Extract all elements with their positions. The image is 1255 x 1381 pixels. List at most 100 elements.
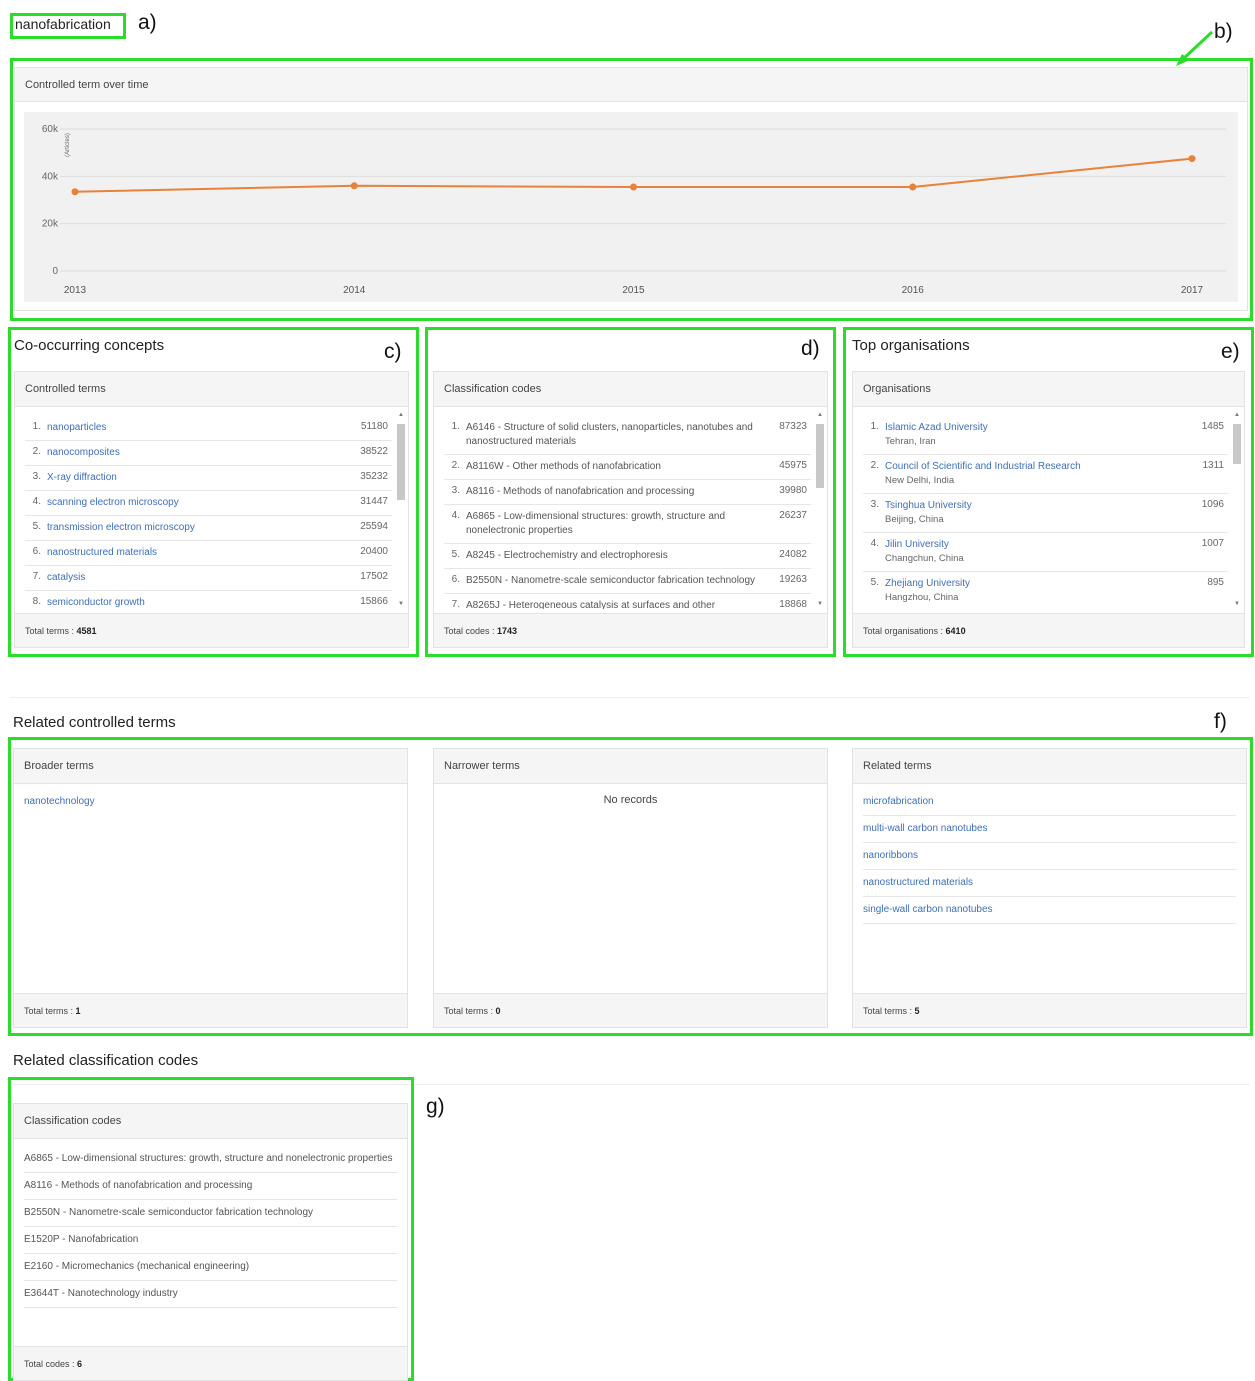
- item-location: New Delhi, India: [885, 475, 955, 486]
- label-g: g): [426, 1095, 445, 1118]
- list-item[interactable]: nanostructured materials: [863, 870, 1236, 897]
- item-label[interactable]: nanoparticles: [47, 422, 106, 433]
- list-item[interactable]: single-wall carbon nanotubes: [863, 897, 1236, 924]
- orgs-panel: Organisations 1. Islamic Azad University T…: [852, 371, 1245, 648]
- item-label: A6146 - Structure of solid clusters, nan…: [466, 422, 753, 447]
- item-text: Jilin University Changchun, China: [885, 538, 1180, 566]
- list-item: 1. A6146 - Structure of solid clusters, n…: [444, 416, 811, 455]
- related-codes-section-title: Related classification codes: [13, 1052, 199, 1069]
- list-item: 7. A8265J - Heterogeneous catalysis at su…: [444, 594, 811, 609]
- item-label[interactable]: nanocomposites: [47, 447, 120, 458]
- item-number: 5.: [32, 521, 41, 532]
- timeline-chart: 0 20k 40k 60k (Articles) 2013 2014 2015 2016 2017: [24, 112, 1238, 302]
- narrower-panel: Narrower terms No records Total terms : …: [433, 748, 828, 1028]
- orgs-section-title: Top organisations: [852, 337, 970, 354]
- data-point[interactable]: [71, 188, 79, 196]
- item-label[interactable]: semiconductor growth: [47, 597, 145, 608]
- timeline-panel-title: Controlled term over time: [15, 68, 1247, 102]
- scroll-up-icon[interactable]: ▲: [397, 412, 405, 418]
- list-item: 2. A8116W - Other methods of nanofabricat…: [444, 455, 811, 480]
- item-label[interactable]: Council of Scientific and Industrial Res…: [885, 461, 1081, 472]
- label-f: f): [1214, 710, 1227, 733]
- item-text: scanning electron microscopy: [47, 496, 344, 510]
- codes-list: 1. A6146 - Structure of solid clusters, n…: [444, 416, 811, 609]
- list-item: A8116 - Methods of nanofabrication and p…: [24, 1173, 397, 1200]
- scroll-down-icon[interactable]: ▼: [816, 601, 824, 607]
- item-label[interactable]: catalysis: [47, 572, 85, 583]
- item-label[interactable]: transmission electron microscopy: [47, 522, 195, 533]
- scroll-up-icon[interactable]: ▲: [816, 412, 824, 418]
- list-item: 6. nanostructured materials 20400: [25, 541, 392, 566]
- search-term: nanofabrication: [15, 16, 111, 32]
- list-item: 3. X-ray diffraction 35232: [25, 466, 392, 491]
- data-point[interactable]: [630, 183, 637, 191]
- codes-panel: Classification codes 1. A6146 - Structure…: [433, 371, 828, 648]
- data-point[interactable]: [350, 182, 358, 190]
- item-label: A8265J - Heterogeneous catalysis at surf…: [466, 600, 716, 609]
- orgs-scrollbar[interactable]: ▲ ▼: [1232, 412, 1242, 607]
- concepts-scrollbar[interactable]: ▲ ▼: [396, 412, 406, 607]
- scroll-down-icon[interactable]: ▼: [1233, 601, 1241, 607]
- y-tick-label: 40k: [42, 171, 59, 182]
- item-number: 5.: [451, 549, 460, 560]
- list-item: 5. transmission electron microscopy 25594: [25, 516, 392, 541]
- item-number: 3.: [32, 471, 41, 482]
- item-text: A8245 - Electrochemistry and electrophor…: [466, 549, 763, 563]
- scroll-up-icon[interactable]: ▲: [1233, 412, 1241, 418]
- item-number: 6.: [451, 574, 460, 585]
- y-tick-label: 20k: [42, 219, 59, 230]
- scroll-thumb[interactable]: [397, 424, 405, 500]
- label-b: b): [1214, 20, 1233, 43]
- scroll-thumb[interactable]: [1233, 424, 1241, 464]
- related-codes-panel-title: Classification codes: [14, 1104, 407, 1139]
- item-label[interactable]: nanostructured materials: [47, 547, 157, 558]
- list-item[interactable]: microfabrication: [863, 789, 1236, 816]
- item-count: 18868: [779, 599, 807, 609]
- item-label[interactable]: Zhejiang University: [885, 578, 970, 589]
- data-point[interactable]: [1188, 155, 1196, 163]
- scroll-thumb[interactable]: [816, 424, 824, 488]
- item-text: X-ray diffraction: [47, 471, 344, 485]
- list-item[interactable]: nanoribbons: [863, 843, 1236, 870]
- list-item: E1520P - Nanofabrication: [24, 1227, 397, 1254]
- codes-panel-title: Classification codes: [434, 372, 827, 407]
- codes-scrollbar[interactable]: ▲ ▼: [815, 412, 825, 607]
- broader-panel: Broader terms nanotechnology Total terms…: [13, 748, 408, 1028]
- item-text: Council of Scientific and Industrial Res…: [885, 460, 1180, 488]
- item-count: 87323: [779, 421, 807, 432]
- item-label[interactable]: Jilin University: [885, 539, 949, 550]
- orgs-list: 1. Islamic Azad University Tehran, Iran 148…: [863, 416, 1228, 609]
- item-label: A8116 - Methods of nanofabrication and p…: [466, 486, 695, 497]
- related-codes-footer: Total codes : 6: [14, 1346, 407, 1380]
- list-item: 2. Council of Scientific and Industrial R…: [863, 455, 1228, 494]
- data-point[interactable]: [909, 183, 917, 191]
- list-item: E3644T - Nanotechnology industry: [24, 1281, 397, 1308]
- chart-background: [24, 112, 1238, 302]
- broader-list: nanotechnology: [24, 789, 397, 989]
- label-a: a): [138, 11, 157, 34]
- item-count: 1007: [1201, 538, 1224, 549]
- item-label[interactable]: Islamic Azad University: [885, 422, 988, 433]
- x-tick-label: 2014: [343, 285, 366, 296]
- list-item[interactable]: multi-wall carbon nanotubes: [863, 816, 1236, 843]
- item-number: 2.: [32, 446, 41, 457]
- item-count: 35232: [360, 471, 388, 482]
- item-number: 6.: [32, 546, 41, 557]
- list-item: 2. nanocomposites 38522: [25, 441, 392, 466]
- item-number: 4.: [32, 496, 41, 507]
- item-label[interactable]: X-ray diffraction: [47, 472, 117, 483]
- item-label[interactable]: scanning electron microscopy: [47, 497, 179, 508]
- list-item: 1. nanoparticles 51180: [25, 416, 392, 441]
- item-location: Tehran, Iran: [885, 436, 936, 447]
- list-item: 8. semiconductor growth 15866: [25, 591, 392, 609]
- scroll-down-icon[interactable]: ▼: [397, 601, 405, 607]
- x-tick-label: 2017: [1181, 285, 1204, 296]
- list-item[interactable]: nanotechnology: [24, 789, 397, 815]
- item-location: Beijing, China: [885, 514, 944, 525]
- item-count: 1485: [1201, 421, 1224, 432]
- label-c: c): [384, 340, 402, 363]
- related-terms-panel: Related terms microfabrication multi-wall…: [852, 748, 1247, 1028]
- x-tick-label: 2016: [902, 285, 925, 296]
- item-label[interactable]: Tsinghua University: [885, 500, 972, 511]
- list-item: 4. scanning electron microscopy 31447: [25, 491, 392, 516]
